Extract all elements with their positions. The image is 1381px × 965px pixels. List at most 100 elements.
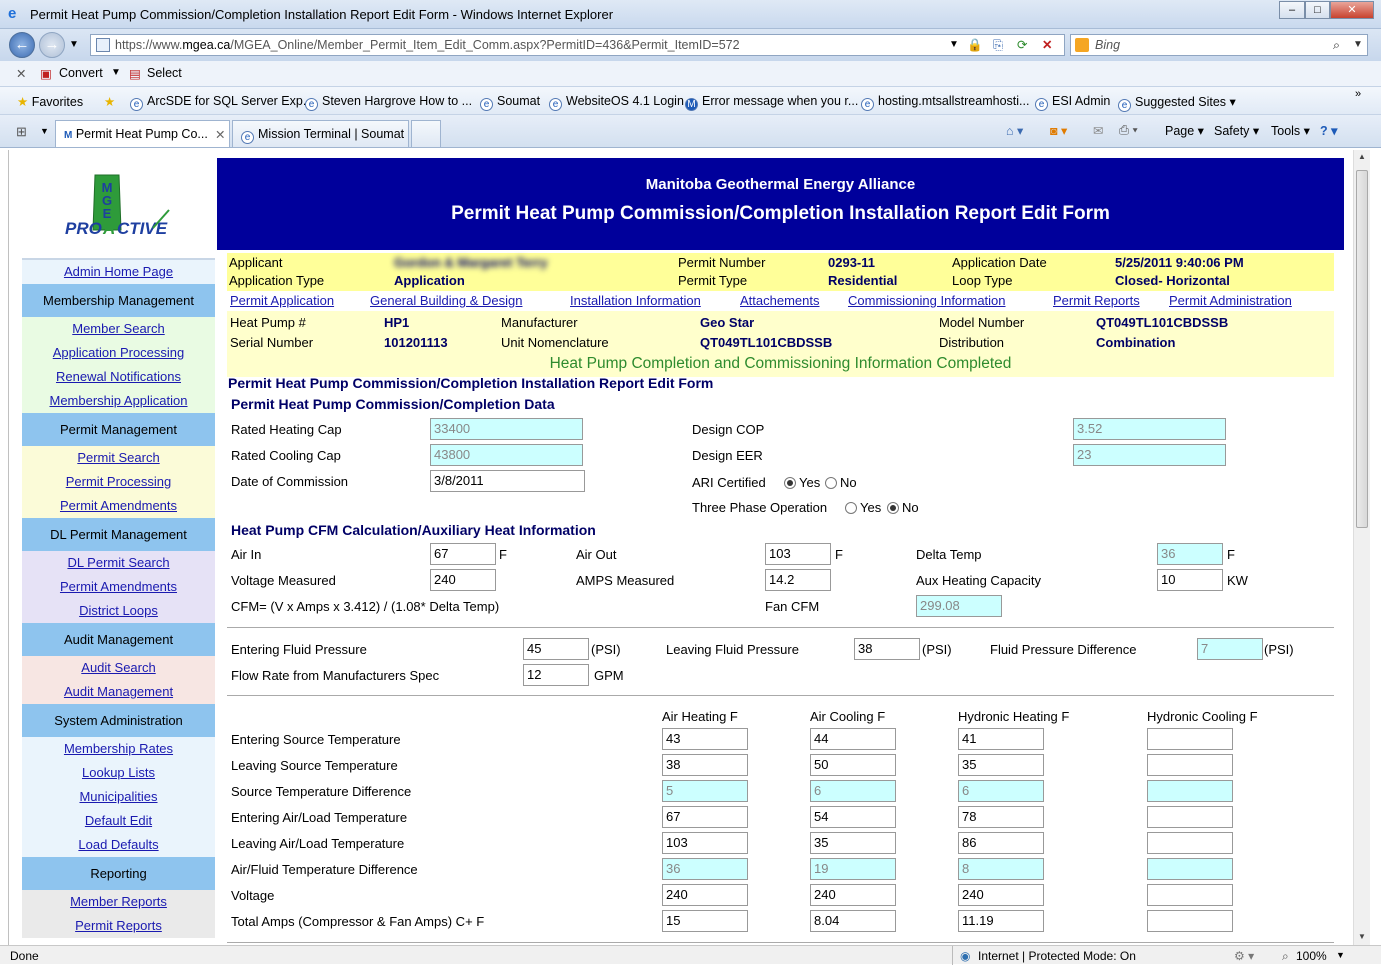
address-input[interactable]: https://www.mgea.ca/MGEA_Online/Member_P… bbox=[90, 34, 1065, 56]
sidebar-item-membership-rates[interactable]: Membership Rates bbox=[22, 737, 215, 761]
radio-unchecked-icon[interactable] bbox=[825, 477, 837, 489]
search-dropdown-icon[interactable]: ▼ bbox=[1353, 35, 1363, 55]
suggested-sites-button[interactable]: e Suggested Sites ▾ bbox=[1118, 94, 1236, 112]
temp-cell-field[interactable]: 44 bbox=[810, 728, 896, 750]
tab-permit-heat-pump[interactable]: M Permit Heat Pump Co... ✕ bbox=[55, 120, 230, 147]
address-dropdown-icon[interactable]: ▼ bbox=[949, 35, 959, 55]
temp-cell-field[interactable]: 78 bbox=[958, 806, 1044, 828]
temp-cell-field[interactable]: 8.04 bbox=[810, 910, 896, 932]
mail-icon[interactable]: ✉ bbox=[1093, 123, 1103, 138]
temp-cell-field[interactable] bbox=[1147, 806, 1233, 828]
sidebar-item-permit-amendments[interactable]: Permit Amendments bbox=[22, 494, 215, 518]
temp-cell-field[interactable] bbox=[1147, 754, 1233, 776]
home-icon[interactable]: ⌂ ▾ bbox=[1006, 123, 1023, 138]
convert-button[interactable]: Convert bbox=[59, 66, 103, 80]
minimize-button[interactable]: – bbox=[1279, 1, 1305, 19]
lock-icon[interactable]: 🔒 bbox=[967, 35, 983, 55]
maximize-button[interactable]: □ bbox=[1305, 1, 1330, 19]
refresh-icon[interactable]: ⟳ bbox=[1017, 35, 1027, 55]
design-eer-field[interactable]: 23 bbox=[1073, 444, 1226, 466]
close-button[interactable]: ✕ bbox=[1330, 1, 1374, 19]
close-tab-icon[interactable]: ✕ bbox=[215, 127, 225, 142]
sidebar-item-dl-permit-amendments[interactable]: Permit Amendments bbox=[22, 575, 215, 599]
print-icon[interactable]: ⎙ ▾ bbox=[1119, 123, 1138, 138]
sidebar-item-admin-home[interactable]: Admin Home Page bbox=[22, 260, 215, 284]
design-cop-field[interactable]: 3.52 bbox=[1073, 418, 1226, 440]
air-in-field[interactable]: 67 bbox=[430, 543, 496, 565]
sidebar-item-permit-reports[interactable]: Permit Reports bbox=[22, 914, 215, 938]
radio-checked-icon[interactable] bbox=[887, 502, 899, 514]
temp-cell-field[interactable]: 35 bbox=[958, 754, 1044, 776]
temp-cell-field[interactable]: 54 bbox=[810, 806, 896, 828]
favorite-link[interactable]: e hosting.mtsallstreamhosti... bbox=[861, 94, 1029, 111]
temp-cell-field[interactable]: 8 bbox=[958, 858, 1044, 880]
nav-installation-info[interactable]: Installation Information bbox=[570, 293, 701, 308]
temp-cell-field[interactable]: 6 bbox=[958, 780, 1044, 802]
favorite-link[interactable]: e Soumat bbox=[480, 94, 540, 111]
tools-menu[interactable]: Tools ▾ bbox=[1271, 123, 1310, 138]
temp-cell-field[interactable] bbox=[1147, 728, 1233, 750]
sidebar-item-renewal-notifications[interactable]: Renewal Notifications bbox=[22, 365, 215, 389]
temp-cell-field[interactable]: 35 bbox=[810, 832, 896, 854]
zoom-level[interactable]: 100% bbox=[1296, 949, 1327, 963]
scroll-up-icon[interactable]: ▲ bbox=[1358, 152, 1366, 161]
radio-unchecked-icon[interactable] bbox=[845, 502, 857, 514]
nav-permit-administration[interactable]: Permit Administration bbox=[1169, 293, 1292, 308]
sidebar-item-lookup-lists[interactable]: Lookup Lists bbox=[22, 761, 215, 785]
temp-cell-field[interactable]: 50 bbox=[810, 754, 896, 776]
rated-cooling-cap-field[interactable]: 43800 bbox=[430, 444, 583, 466]
sidebar-item-application-processing[interactable]: Application Processing bbox=[22, 341, 215, 365]
temp-cell-field[interactable] bbox=[1147, 832, 1233, 854]
temp-cell-field[interactable]: 67 bbox=[662, 806, 748, 828]
tab-list-dropdown-icon[interactable]: ▼ bbox=[40, 126, 49, 136]
stop-icon[interactable]: ✕ bbox=[1042, 35, 1052, 55]
entering-fluid-pressure-field[interactable]: 45 bbox=[523, 638, 589, 660]
temp-cell-field[interactable]: 36 bbox=[662, 858, 748, 880]
favorites-button[interactable]: ★ Favorites bbox=[17, 94, 83, 109]
safety-menu[interactable]: Safety ▾ bbox=[1214, 123, 1259, 138]
temp-cell-field[interactable]: 11.19 bbox=[958, 910, 1044, 932]
zoom-icon[interactable]: ⌕ bbox=[1282, 949, 1289, 964]
quick-tabs-icon[interactable]: ⊞ bbox=[16, 124, 27, 140]
air-out-field[interactable]: 103 bbox=[765, 543, 831, 565]
close-toolbar-icon[interactable]: ✕ bbox=[16, 66, 26, 81]
nav-attachements[interactable]: Attachements bbox=[740, 293, 820, 308]
temp-cell-field[interactable]: 19 bbox=[810, 858, 896, 880]
add-favorite-icon[interactable]: ★ bbox=[104, 94, 115, 109]
nav-permit-application[interactable]: Permit Application bbox=[230, 293, 334, 308]
sidebar-item-member-reports[interactable]: Member Reports bbox=[22, 890, 215, 914]
temp-cell-field[interactable]: 240 bbox=[810, 884, 896, 906]
temp-cell-field[interactable]: 6 bbox=[810, 780, 896, 802]
select-button[interactable]: Select bbox=[147, 66, 182, 80]
amps-measured-field[interactable]: 14.2 bbox=[765, 569, 831, 591]
temp-cell-field[interactable]: 240 bbox=[662, 884, 748, 906]
temp-cell-field[interactable] bbox=[1147, 858, 1233, 880]
fan-cfm-field[interactable]: 299.08 bbox=[916, 595, 1002, 617]
sidebar-item-membership-application[interactable]: Membership Application bbox=[22, 389, 215, 413]
chevron-right-icon[interactable]: » bbox=[1355, 88, 1361, 100]
back-button[interactable]: ← bbox=[9, 32, 35, 58]
aux-heating-field[interactable]: 10 bbox=[1157, 569, 1223, 591]
favorite-link[interactable]: e ESI Admin bbox=[1035, 94, 1110, 111]
nav-commissioning-info[interactable]: Commissioning Information bbox=[848, 293, 1006, 308]
vertical-scrollbar[interactable]: ▲ ▼ bbox=[1353, 150, 1370, 945]
favorite-link[interactable]: e Steven Hargrove How to ... bbox=[305, 94, 472, 111]
three-phase-no-option[interactable]: No bbox=[887, 500, 919, 515]
sidebar-item-permit-search[interactable]: Permit Search bbox=[22, 446, 215, 470]
convert-dropdown-icon[interactable]: ▼ bbox=[111, 67, 121, 78]
leaving-fluid-pressure-field[interactable]: 38 bbox=[854, 638, 920, 660]
sidebar-item-default-edit[interactable]: Default Edit bbox=[22, 809, 215, 833]
favorite-link[interactable]: e WebsiteOS 4.1 Login bbox=[549, 94, 684, 111]
temp-cell-field[interactable]: 103 bbox=[662, 832, 748, 854]
feeds-icon[interactable]: ◙ ▾ bbox=[1050, 123, 1067, 138]
three-phase-yes-option[interactable]: Yes bbox=[845, 500, 881, 515]
nav-permit-reports[interactable]: Permit Reports bbox=[1053, 293, 1140, 308]
temp-cell-field[interactable]: 38 bbox=[662, 754, 748, 776]
favorite-link[interactable]: M Error message when you r... bbox=[685, 94, 858, 111]
search-input[interactable]: Bing ⌕ ▼ bbox=[1070, 34, 1368, 56]
new-tab-button[interactable] bbox=[411, 120, 441, 147]
ari-no-option[interactable]: No bbox=[825, 475, 857, 490]
favorite-link[interactable]: e ArcSDE for SQL Server Exp... bbox=[130, 94, 313, 111]
temp-cell-field[interactable]: 86 bbox=[958, 832, 1044, 854]
zoom-dropdown-icon[interactable]: ▼ bbox=[1336, 950, 1345, 960]
